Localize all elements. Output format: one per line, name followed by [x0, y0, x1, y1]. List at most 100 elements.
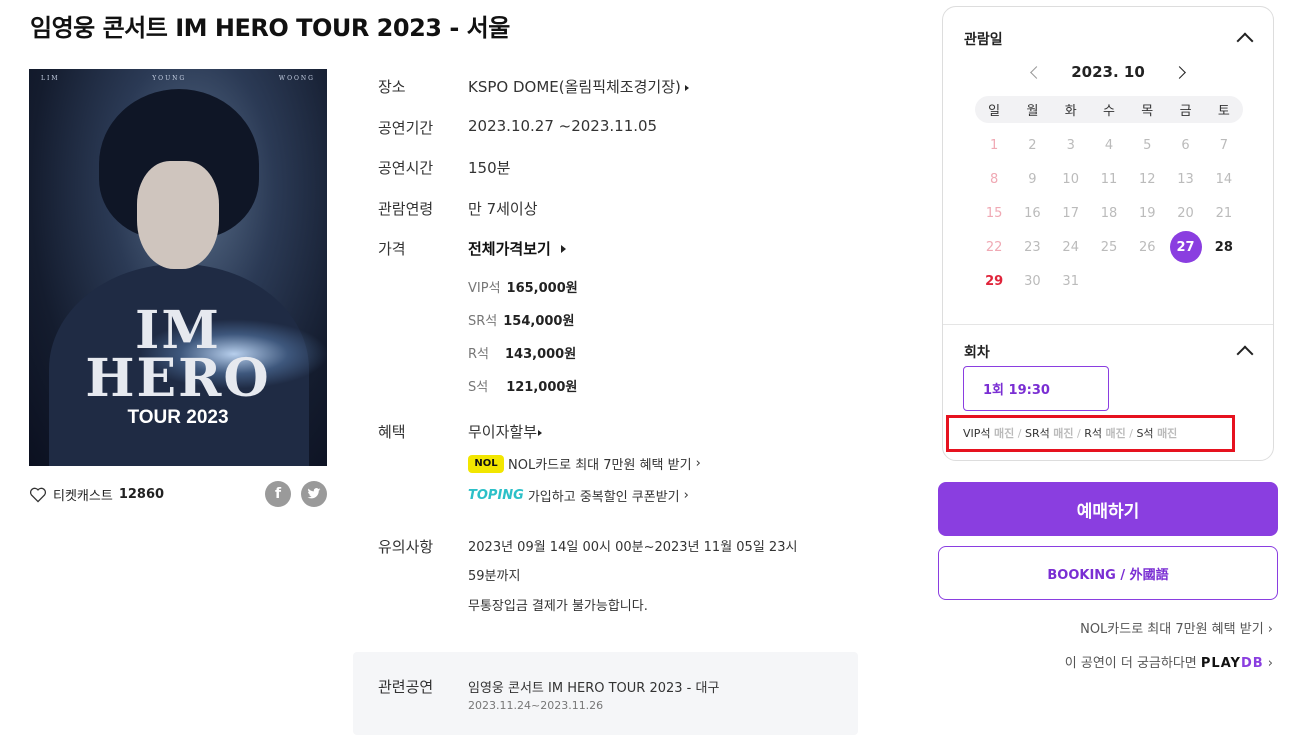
- poster-image: LIM YOUNG WOONG IM HERO TOUR 2023: [29, 69, 327, 466]
- caret-right-icon: [560, 245, 566, 253]
- calendar-day: 14: [1215, 171, 1233, 187]
- calendar-heading: 관람일: [964, 32, 1003, 48]
- month-label: 2023. 10: [1071, 63, 1145, 81]
- calendar-day: 30: [1024, 273, 1041, 289]
- calendar-day: 13: [1177, 171, 1194, 187]
- twitter-share-icon[interactable]: [301, 481, 327, 507]
- calendar-day: 2: [1028, 137, 1037, 153]
- playdb-logo-icon: PLAYDB: [1200, 656, 1264, 671]
- toping-logo-icon: TOPING: [468, 488, 524, 503]
- calendar-day: 3: [1066, 137, 1075, 153]
- calendar-day: 26: [1139, 239, 1156, 255]
- caret-right-icon: [538, 430, 543, 436]
- session-option[interactable]: 1회 19:30: [963, 366, 1109, 411]
- age-value: 만 7세이상: [468, 200, 538, 218]
- runtime-value: 150분: [468, 159, 511, 177]
- calendar-day: 25: [1100, 239, 1118, 255]
- calendar-day[interactable]: 27: [1166, 230, 1204, 264]
- calendar-day: 23: [1024, 239, 1041, 255]
- twitter-bird-icon: [307, 488, 321, 499]
- calendar-day[interactable]: 28: [1205, 230, 1243, 264]
- calendar-day: 18: [1100, 205, 1118, 221]
- collapse-chevron-icon[interactable]: [1236, 345, 1254, 363]
- poster-artist-name: LIM YOUNG WOONG: [41, 75, 315, 82]
- calendar-day: 15: [985, 205, 1003, 221]
- weekday-label: 월: [1026, 104, 1039, 119]
- calendar-day: 31: [1062, 273, 1079, 289]
- nol-card-link[interactable]: NOL카드로 최대 7만원 혜택 받기 ›: [1080, 618, 1273, 637]
- weekday-label: 화: [1064, 104, 1077, 119]
- calendar-day: 5: [1143, 137, 1152, 153]
- calendar-day: 10: [1062, 171, 1079, 187]
- installment-link[interactable]: 무이자할부: [468, 421, 543, 442]
- page-title: 임영웅 콘서트 IM HERO TOUR 2023 - 서울: [30, 14, 510, 42]
- caret-right-icon: [684, 85, 689, 91]
- calendar-grid: 1 2 3 4 5 6 7 8 9 10 11 12 13 14 15 16 17 18 19 20 21 22 23 24 2…: [975, 128, 1243, 298]
- book-button[interactable]: 예매하기: [938, 482, 1278, 536]
- like-counter[interactable]: 티켓캐스트 12860: [29, 485, 164, 504]
- poster-subtitle: TOUR 2023: [127, 407, 229, 428]
- booking-panel: 관람일 2023. 10 일월화수목금토 1 2 3 4 5 6 7 8 9 10 11 12 13 14…: [942, 6, 1274, 461]
- next-month-icon[interactable]: [1172, 65, 1186, 79]
- nol-card-benefit-link[interactable]: NOL NOL카드로 최대 7만원 혜택 받기 ›: [468, 454, 701, 473]
- calendar-day: 6: [1181, 137, 1190, 153]
- heart-icon[interactable]: [29, 487, 47, 503]
- calendar-day: 19: [1139, 205, 1156, 221]
- calendar-day: 21: [1215, 205, 1233, 221]
- weekday-label: 수: [1103, 104, 1115, 119]
- poster-logo: IM HERO: [85, 300, 271, 409]
- age-label: 관람연령: [378, 200, 434, 218]
- price-row: R석 143,000원: [468, 347, 577, 362]
- weekday-label: 금: [1179, 104, 1192, 119]
- weekday-label: 일: [988, 104, 1001, 119]
- calendar-day: 12: [1139, 171, 1156, 187]
- playdb-link[interactable]: 이 공연이 더 궁금하다면 PLAYDB ›: [1065, 652, 1273, 671]
- venue-label: 장소: [378, 78, 406, 96]
- calendar-day: 20: [1177, 205, 1194, 221]
- weekday-header: 일월화수목금토: [975, 96, 1243, 123]
- notice-label: 유의사항: [378, 538, 434, 556]
- price-label: 가격: [378, 240, 406, 258]
- related-name[interactable]: 임영웅 콘서트 IM HERO TOUR 2023 - 대구: [468, 677, 719, 696]
- calendar-day: 9: [1028, 171, 1037, 187]
- nol-logo-icon: NOL: [468, 454, 504, 473]
- calendar-day: 4: [1104, 137, 1114, 153]
- price-row: S석 121,000원: [468, 380, 578, 395]
- period-label: 공연기간: [378, 119, 434, 137]
- calendar-day: 1: [990, 137, 999, 153]
- month-navigator: 2023. 10: [943, 63, 1273, 81]
- benefit-label: 혜택: [378, 423, 406, 441]
- like-count: 12860: [118, 487, 165, 502]
- toping-benefit-link[interactable]: TOPING 가입하고 중복할인 쿠폰받기 ›: [468, 486, 689, 505]
- prev-month-icon[interactable]: [1030, 65, 1044, 79]
- calendar-day[interactable]: 29: [975, 264, 1013, 298]
- calendar-day: 16: [1024, 205, 1041, 221]
- highlight-box: [946, 415, 1235, 452]
- price-all-link[interactable]: 전체가격보기: [468, 238, 566, 259]
- notice-line: 무통장입금 결제가 불가능합니다.: [468, 599, 648, 614]
- calendar-day: 17: [1062, 205, 1079, 221]
- calendar-day: 24: [1062, 239, 1079, 255]
- notice-line: 2023년 09월 14일 00시 00분~2023년 11월 05일 23시: [468, 540, 798, 555]
- related-performance[interactable]: 관련공연 임영웅 콘서트 IM HERO TOUR 2023 - 대구 2023…: [353, 652, 858, 735]
- like-label: 티켓캐스트: [53, 489, 113, 504]
- collapse-chevron-icon[interactable]: [1236, 32, 1254, 50]
- period-value: 2023.10.27 ~2023.11.05: [468, 117, 658, 135]
- calendar-day: 11: [1100, 171, 1118, 187]
- section-divider: [943, 324, 1273, 325]
- session-heading: 회차: [964, 345, 990, 361]
- related-date: 2023.11.24~2023.11.26: [468, 699, 604, 712]
- calendar-day: 7: [1219, 137, 1228, 153]
- notice-line: 59분까지: [468, 569, 521, 584]
- runtime-label: 공연시간: [378, 159, 434, 177]
- calendar-day: 8: [990, 171, 999, 187]
- calendar-day: 22: [985, 239, 1003, 255]
- weekday-label: 토: [1217, 104, 1230, 119]
- booking-foreign-button[interactable]: BOOKING / 外國語: [938, 546, 1278, 600]
- weekday-label: 목: [1141, 104, 1154, 119]
- venue-link[interactable]: KSPO DOME(올림픽체조경기장): [468, 76, 689, 97]
- facebook-share-icon[interactable]: f: [265, 481, 291, 507]
- price-row: VIP석 165,000원: [468, 281, 578, 296]
- price-row: SR석 154,000원: [468, 314, 575, 329]
- related-label: 관련공연: [378, 678, 434, 696]
